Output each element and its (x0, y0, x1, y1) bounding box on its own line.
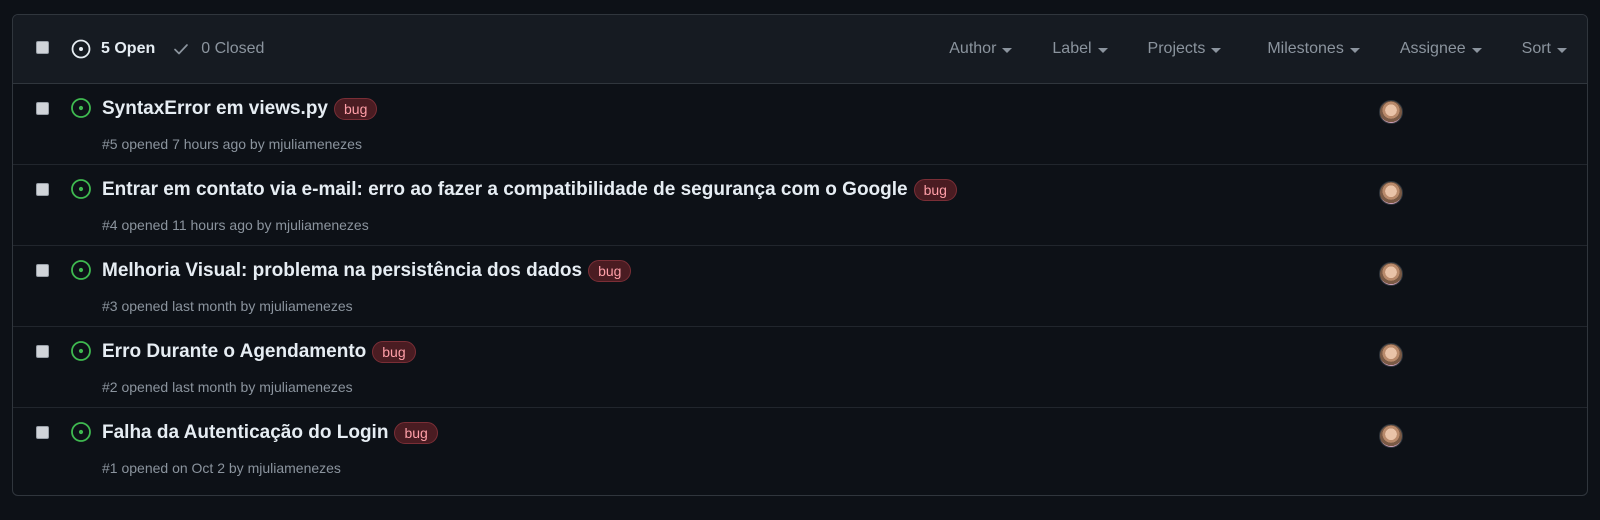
issue-meta: #1 opened on Oct 2 by mjuliamenezes (102, 460, 341, 476)
bug-label[interactable]: bug (334, 98, 378, 120)
author-filter-label: Author (949, 40, 997, 57)
issue-title-line: Melhoria Visual: problema na persistênci… (102, 260, 632, 282)
bug-label[interactable]: bug (588, 260, 632, 282)
sort-filter-label: Sort (1521, 40, 1551, 57)
open-count-label: 5 Open (101, 40, 156, 57)
assignee-avatar[interactable] (1379, 181, 1403, 205)
issue-title-line: Entrar em contato via e-mail: erro ao fa… (102, 179, 957, 201)
issue-number: #4 (102, 217, 118, 233)
issue-meta: #4 opened 11 hours ago by mjuliamenezes (102, 217, 369, 233)
issue-title-line: Erro Durante o Agendamento bug (102, 341, 416, 363)
milestones-filter[interactable]: Milestones (1267, 40, 1360, 58)
issue-title-link[interactable]: Melhoria Visual: problema na persistênci… (102, 260, 582, 282)
issue-title-link[interactable]: Falha da Autenticação do Login (102, 422, 388, 444)
issue-opened-text: opened 11 hours ago by (121, 217, 272, 233)
issue-checkbox[interactable] (36, 426, 49, 439)
issue-row: Erro Durante o Agendamento bug #2 opened… (13, 327, 1587, 408)
issue-opened-text: opened on Oct 2 by (121, 460, 244, 476)
state-filter: 5 Open 0 Closed (71, 15, 264, 83)
issue-row: Melhoria Visual: problema na persistênci… (13, 246, 1587, 327)
issue-title-link[interactable]: Entrar em contato via e-mail: erro ao fa… (102, 179, 908, 201)
issue-number: #5 (102, 136, 118, 152)
issue-opened-icon (71, 39, 91, 59)
issue-author-link[interactable]: mjuliamenezes (259, 379, 352, 395)
issue-number: #2 (102, 379, 118, 395)
label-filter[interactable]: Label (1052, 40, 1108, 58)
issue-author-link[interactable]: mjuliamenezes (269, 136, 362, 152)
caret-down-icon (1557, 47, 1567, 53)
closed-count-label: 0 Closed (201, 40, 265, 57)
assignee-filter[interactable]: Assignee (1400, 40, 1482, 58)
issue-opened-icon (71, 422, 91, 442)
bug-label[interactable]: bug (372, 341, 416, 363)
issue-number: #3 (102, 298, 118, 314)
issue-number: #1 (102, 460, 118, 476)
bug-label[interactable]: bug (913, 179, 957, 201)
issue-row: Falha da Autenticação do Login bug #1 op… (13, 408, 1587, 488)
assignee-avatar[interactable] (1379, 424, 1403, 448)
issue-checkbox[interactable] (36, 183, 49, 196)
issue-row: SyntaxError em views.py bug #5 opened 7 … (13, 84, 1587, 165)
issue-author-link[interactable]: mjuliamenezes (259, 298, 352, 314)
issue-checkbox[interactable] (36, 102, 49, 115)
issue-opened-text: opened last month by (121, 379, 256, 395)
issue-opened-icon (71, 341, 91, 361)
issue-meta: #5 opened 7 hours ago by mjuliamenezes (102, 136, 362, 152)
issues-list: 5 Open 0 Closed Author Label Projects Mi… (12, 14, 1588, 496)
issue-opened-icon (71, 98, 91, 118)
issue-author-link[interactable]: mjuliamenezes (248, 460, 341, 476)
issue-title-line: Falha da Autenticação do Login bug (102, 422, 438, 444)
sort-filter[interactable]: Sort (1522, 40, 1567, 58)
issue-opened-icon (71, 260, 91, 280)
open-issues-tab[interactable]: 5 Open (71, 39, 155, 59)
issue-opened-text: opened 7 hours ago by (121, 136, 265, 152)
assignee-avatar[interactable] (1379, 343, 1403, 367)
caret-down-icon (1471, 47, 1482, 53)
issue-row: Entrar em contato via e-mail: erro ao fa… (13, 165, 1587, 246)
assignee-avatar[interactable] (1379, 262, 1403, 286)
issues-list-header: 5 Open 0 Closed Author Label Projects Mi… (13, 15, 1587, 84)
issue-title-link[interactable]: SyntaxError em views.py (102, 98, 328, 120)
issue-title-line: SyntaxError em views.py bug (102, 98, 378, 120)
assignee-avatar[interactable] (1379, 100, 1403, 124)
issue-author-link[interactable]: mjuliamenezes (275, 217, 368, 233)
check-icon (174, 44, 189, 55)
assignee-filter-label: Assignee (1399, 40, 1466, 57)
select-all-checkbox[interactable] (36, 41, 49, 54)
issue-title-link[interactable]: Erro Durante o Agendamento (102, 341, 366, 363)
issue-opened-text: opened last month by (121, 298, 256, 314)
issue-checkbox[interactable] (36, 345, 49, 358)
projects-filter-label: Projects (1147, 40, 1206, 57)
issue-meta: #2 opened last month by mjuliamenezes (102, 379, 353, 395)
closed-issues-tab[interactable]: 0 Closed (173, 40, 264, 58)
projects-filter[interactable]: Projects (1148, 40, 1222, 58)
filter-bar: Author Label Projects Milestones Assigne… (949, 15, 1587, 83)
issue-meta: #3 opened last month by mjuliamenezes (102, 298, 353, 314)
issue-opened-icon (71, 179, 91, 199)
label-filter-label: Label (1052, 40, 1092, 57)
caret-down-icon (1002, 47, 1013, 53)
bug-label[interactable]: bug (394, 422, 438, 444)
author-filter[interactable]: Author (949, 40, 1013, 58)
issue-checkbox[interactable] (36, 264, 49, 277)
milestones-filter-label: Milestones (1267, 40, 1344, 57)
caret-down-icon (1097, 47, 1108, 53)
caret-down-icon (1211, 47, 1222, 53)
caret-down-icon (1349, 47, 1360, 53)
